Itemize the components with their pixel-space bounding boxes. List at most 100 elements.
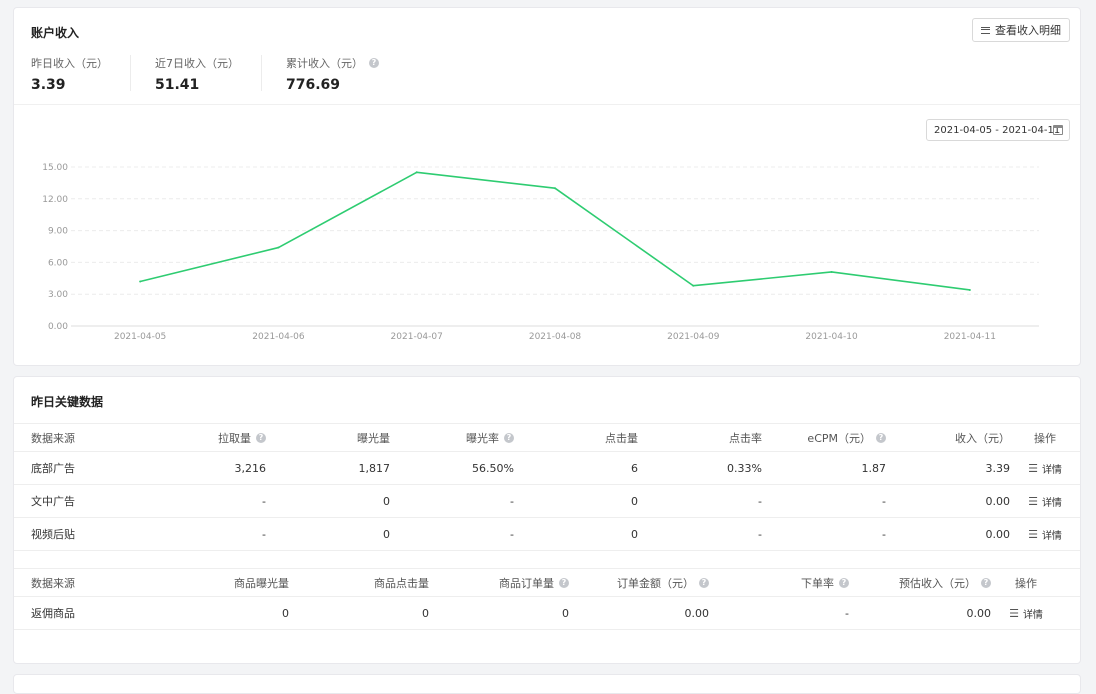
table-cell: - <box>390 495 514 508</box>
detail-link-label: 详情 <box>1041 497 1062 509</box>
column-header-label: 操作 <box>1015 576 1037 590</box>
ad-data-table: 数据来源 拉取量? 曝光量 曝光率? 点击量 点击率 eCPM（元）? 收入（元） 操作 底部广告… <box>14 423 1080 551</box>
x-tick-label: 2021-04-06 <box>252 332 305 342</box>
table-cell: ☰ 详情 <box>991 606 1061 621</box>
table-row: 底部广告 3,216 1,817 56.50% 6 0.33% 1.87 3.39 ☰ 详情 <box>14 452 1080 485</box>
data-point[interactable] <box>277 246 280 249</box>
data-point[interactable] <box>830 270 833 273</box>
income-title: 账户收入 <box>31 26 80 40</box>
cell-value: 返佣商品 <box>31 607 75 620</box>
list-icon: ☰ <box>1009 606 1019 620</box>
table-cell: 1,817 <box>266 461 391 475</box>
cell-value: 1,817 <box>358 461 391 475</box>
column-header: 数据来源 <box>14 575 154 591</box>
detail-link[interactable]: ☰ 详情 <box>1028 527 1062 542</box>
stat-label: 近7日收入（元） <box>155 57 239 70</box>
column-header: 下单率? <box>709 575 849 591</box>
cell-value: 56.50% <box>472 461 514 475</box>
cell-value: 底部广告 <box>31 462 75 475</box>
cell-value: 0 <box>631 494 638 508</box>
help-icon[interactable]: ? <box>981 577 991 588</box>
x-tick-label: 2021-04-05 <box>114 332 166 342</box>
series-line <box>139 171 970 291</box>
column-header: 点击量 <box>514 430 638 446</box>
data-point[interactable] <box>692 284 695 287</box>
detail-link[interactable]: ☰ 详情 <box>1009 606 1043 621</box>
data-point[interactable] <box>139 280 142 283</box>
stat-label-row: 累计收入（元） ? <box>286 55 379 71</box>
help-icon[interactable]: ? <box>369 58 379 68</box>
cell-value: 0 <box>422 606 429 620</box>
table-cell: 0 <box>266 495 390 508</box>
column-header-label: 曝光量 <box>357 431 390 445</box>
y-tick-label: 12.00 <box>42 195 68 205</box>
table-cell: 0 <box>429 607 569 620</box>
view-income-detail-label: 查看收入明细 <box>995 24 1061 37</box>
column-header: 商品点击量 <box>289 575 429 591</box>
cell-value: 0 <box>383 494 390 508</box>
table-header-row: 数据来源 商品曝光量 商品点击量 商品订单量? 订单金额（元）? 下单率? 预估收入（元）?… <box>14 568 1080 597</box>
help-icon[interactable]: ? <box>504 432 514 443</box>
y-tick-label: 0.00 <box>48 322 68 332</box>
help-icon[interactable]: ? <box>839 577 849 588</box>
cell-value: 文中广告 <box>31 495 75 508</box>
table-cell: 0.00 <box>849 607 992 620</box>
view-income-detail-button[interactable]: 查看收入明细 <box>972 18 1070 42</box>
column-header-label: 数据来源 <box>31 431 75 445</box>
list-icon: ☰ <box>1028 527 1038 541</box>
help-icon[interactable]: ? <box>876 432 886 443</box>
x-tick-label: 2021-04-09 <box>667 332 720 342</box>
cell-value: 0 <box>282 606 289 620</box>
cell-value: 3,216 <box>234 461 267 475</box>
table-cell: 56.50% <box>390 462 514 475</box>
data-point[interactable] <box>415 171 418 174</box>
x-tick-label: 2021-04-10 <box>805 332 858 342</box>
table-cell: - <box>762 528 886 541</box>
table-cell: 文中广告 <box>14 493 154 509</box>
column-header-label: 点击量 <box>605 431 638 445</box>
data-point[interactable] <box>554 187 556 190</box>
column-header-label: 商品订单量 <box>499 576 554 590</box>
table-cell: 6 <box>514 462 638 475</box>
stat-value: 3.39 <box>31 77 66 93</box>
table-cell: 0 <box>514 528 638 541</box>
stat-total: 累计收入（元） ? 776.69 <box>286 55 401 93</box>
column-header: eCPM（元）? <box>762 430 886 446</box>
column-header-label: 收入（元） <box>955 431 1010 445</box>
income-line-chart: 0.00 3.00 6.00 9.00 12.00 15.00 2021-04-05 2021… <box>42 163 1039 342</box>
detail-link[interactable]: ☰ 详情 <box>1028 494 1062 509</box>
column-header: 点击率 <box>638 430 762 446</box>
detail-link[interactable]: ☰ 详情 <box>1028 461 1062 476</box>
stat-label: 累计收入（元） <box>286 57 363 70</box>
table-cell: - <box>390 528 514 541</box>
stat-value: 776.69 <box>286 77 341 93</box>
x-tick-label: 2021-04-08 <box>529 332 582 342</box>
column-header-label: 预估收入（元） <box>899 576 976 590</box>
divider <box>14 104 1080 105</box>
table-cell: 0.00 <box>886 528 1011 541</box>
table-row: 文中广告 -0-0- -0.00 ☰ 详情 <box>14 485 1080 518</box>
table-cell: 0.00 <box>886 495 1011 508</box>
column-header: 商品曝光量 <box>154 575 289 591</box>
next-card <box>13 674 1081 694</box>
data-point[interactable] <box>968 288 971 291</box>
help-icon[interactable]: ? <box>559 577 569 588</box>
help-icon[interactable]: ? <box>699 577 709 588</box>
cell-value: 0 <box>562 606 569 620</box>
income-stats: 昨日收入（元） 3.39 近7日收入（元） 51.41 累计收入（元） ? 77… <box>31 55 425 93</box>
y-tick-label: 15.00 <box>42 163 68 173</box>
table-row: 视频后贴 -0-0- -0.00 ☰ 详情 <box>14 518 1080 551</box>
key-data-card: 昨日关键数据 数据来源 拉取量? 曝光量 曝光率? 点击量 点击率 eCPM（元）? 收入（元… <box>13 376 1081 664</box>
commission-data-table: 数据来源 商品曝光量 商品点击量 商品订单量? 订单金额（元）? 下单率? 预估收入（元）?… <box>14 568 1080 630</box>
help-icon[interactable]: ? <box>256 432 266 443</box>
table-cell: 底部广告 <box>14 460 154 476</box>
column-header: 商品订单量? <box>429 575 569 591</box>
column-header-label: eCPM（元） <box>807 431 871 445</box>
column-header: 操作 <box>1010 430 1080 446</box>
table-cell: ☰ 详情 <box>1010 494 1080 509</box>
date-range-picker[interactable]: 2021-04-05 - 2021-04-11 <box>926 119 1070 141</box>
table-cell: 0.33% <box>638 462 762 475</box>
y-tick-label: 9.00 <box>48 227 68 237</box>
stat-yesterday: 昨日收入（元） 3.39 <box>31 55 131 93</box>
table-cell: 0 <box>289 607 429 620</box>
